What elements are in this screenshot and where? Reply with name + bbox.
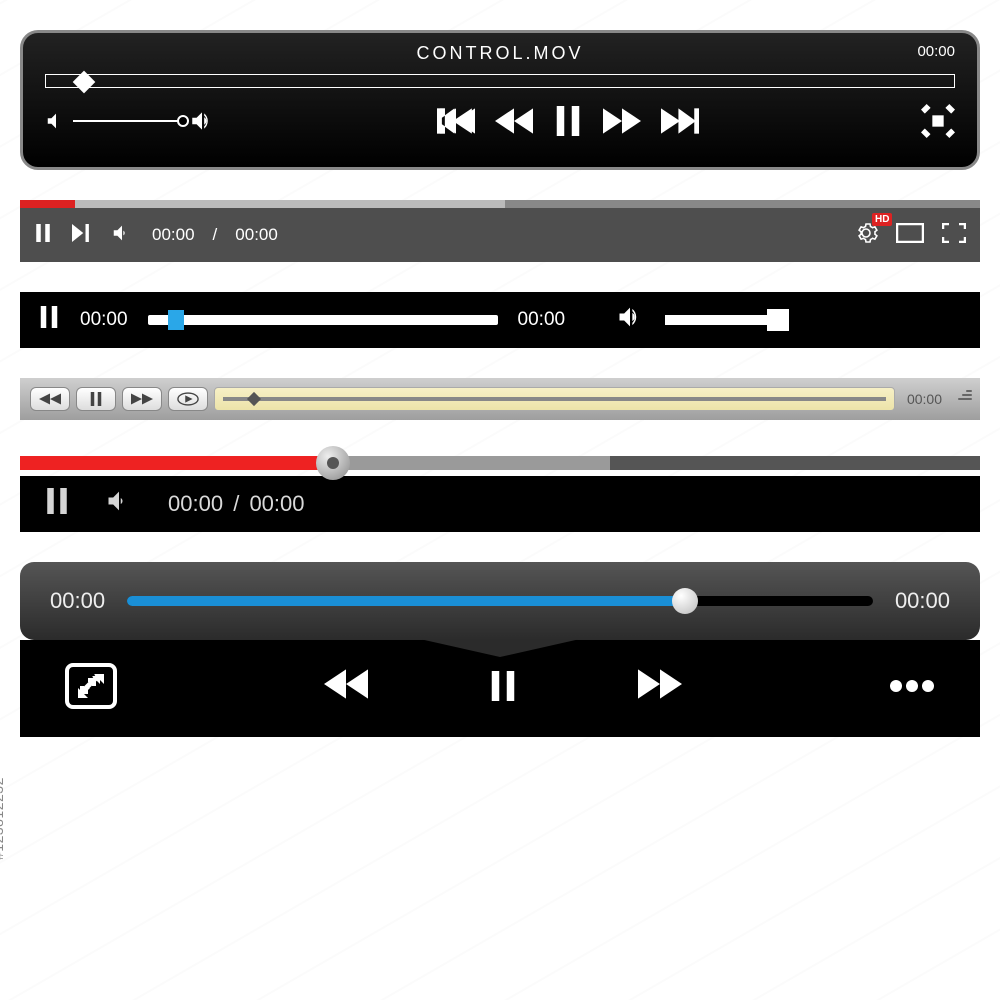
volume-slider[interactable] [73,120,183,122]
player-2: 00:00 / 00:00 HD [20,200,980,262]
progress-track[interactable] [148,315,498,325]
current-time: 00:00 [50,588,105,614]
fullscreen-exit-icon[interactable] [921,104,955,138]
volume-low-icon[interactable] [45,110,67,132]
fullscreen-icon[interactable] [942,223,966,248]
player-3: 00:00 00:00 [20,292,980,348]
progress-track[interactable] [20,200,980,208]
play-button[interactable] [168,387,208,411]
duration-time: 00:00 [249,491,304,516]
resize-grip-icon[interactable] [954,390,972,408]
player-5: 00:00 / 00:00 [20,450,980,532]
current-time: 00:00 [168,491,223,516]
progress-marker[interactable] [247,392,261,406]
progress-handle[interactable] [672,588,698,614]
forward-button[interactable] [122,387,162,411]
duration-time: 00:00 [235,225,278,245]
duration-time: 00:00 [518,309,566,331]
pause-button[interactable] [76,387,116,411]
previous-icon[interactable] [437,106,475,136]
rewind-icon[interactable] [324,667,368,710]
transport-controls [324,667,682,710]
progress-remaining [610,456,980,470]
current-time: 00:00 [80,309,128,331]
progress-track[interactable] [20,450,980,476]
player-4: 00:00 [20,378,980,420]
progress-fill [127,596,679,606]
volume-icon[interactable] [615,303,645,337]
progress-marker[interactable] [73,71,96,94]
time-display: 00:00 [917,43,955,60]
time-separator: / [229,491,243,516]
scrubber-handle[interactable] [316,446,350,480]
stock-id-label: #123812232 [0,777,6,860]
progress-played [20,200,75,208]
next-icon[interactable] [70,224,92,247]
player-6: 00:00 00:00 [20,562,980,737]
picture-in-picture-icon[interactable] [64,662,118,715]
settings-icon[interactable]: HD [854,221,878,250]
progress-track[interactable] [127,596,873,606]
rewind-button[interactable] [30,387,70,411]
pause-icon[interactable] [38,304,60,336]
volume-icon[interactable] [110,222,134,249]
volume-slider[interactable] [665,315,785,325]
pause-icon[interactable] [34,223,52,248]
transport-controls [437,106,699,136]
theater-mode-icon[interactable] [896,223,924,248]
more-icon[interactable] [888,678,936,699]
time-display: 00:00 [901,391,948,407]
progress-remaining [505,200,980,208]
progress-track[interactable] [214,387,895,411]
time-separator: / [213,225,218,245]
forward-icon[interactable] [638,667,682,710]
file-title: CONTROL.MOV [45,43,955,64]
volume-group [45,108,215,134]
player-1: CONTROL.MOV 00:00 [20,30,980,170]
volume-icon[interactable] [104,487,134,521]
progress-buffered [75,200,505,208]
progress-handle[interactable] [168,310,184,330]
progress-track[interactable] [45,74,955,88]
progress-played [20,456,330,470]
volume-handle[interactable] [177,115,189,127]
pause-icon[interactable] [44,486,70,522]
progress-buffered [330,456,610,470]
pause-icon[interactable] [553,106,583,136]
volume-handle[interactable] [767,309,789,331]
hd-badge: HD [872,213,892,226]
pause-icon[interactable] [488,667,518,710]
duration-time: 00:00 [895,588,950,614]
forward-icon[interactable] [603,106,641,136]
rewind-icon[interactable] [495,106,533,136]
current-time: 00:00 [152,225,195,245]
volume-high-icon[interactable] [189,108,215,134]
next-icon[interactable] [661,106,699,136]
